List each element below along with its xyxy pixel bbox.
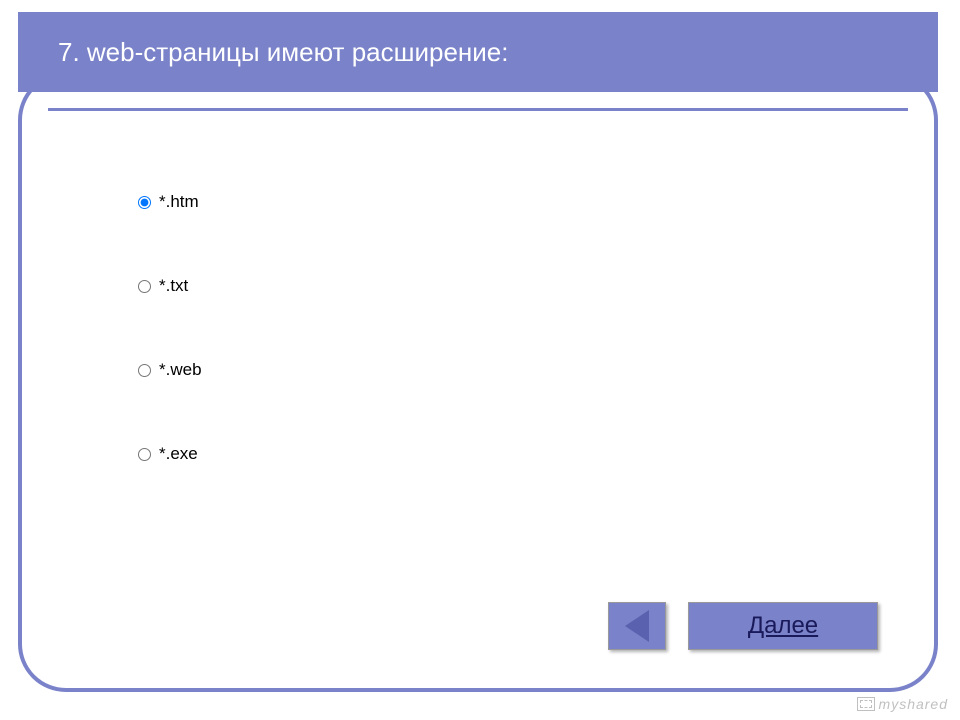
options-container: *.htm *.txt *.web *.exe [138,192,202,528]
radio-web[interactable] [138,364,151,377]
option-label: *.web [159,360,202,380]
option-row-exe: *.exe [138,444,202,464]
radio-txt[interactable] [138,280,151,293]
header-overlap [38,72,918,92]
next-button-label: Далее [748,612,818,640]
back-arrow-icon [625,610,649,642]
question-title: 7. web-страницы имеют расширение: [58,37,508,68]
option-row-web: *.web [138,360,202,380]
divider-line [48,108,908,111]
watermark: myshared [857,696,948,712]
watermark-text: myshared [879,696,948,712]
radio-htm[interactable] [138,196,151,209]
back-button[interactable] [608,602,666,650]
watermark-icon [857,697,875,711]
option-label: *.txt [159,276,188,296]
option-row-txt: *.txt [138,276,202,296]
radio-exe[interactable] [138,448,151,461]
option-row-htm: *.htm [138,192,202,212]
next-button[interactable]: Далее [688,602,878,650]
option-label: *.htm [159,192,199,212]
option-label: *.exe [159,444,198,464]
slide-container: 7. web-страницы имеют расширение: *.htm … [18,12,938,692]
navigation-container: Далее [608,602,878,650]
